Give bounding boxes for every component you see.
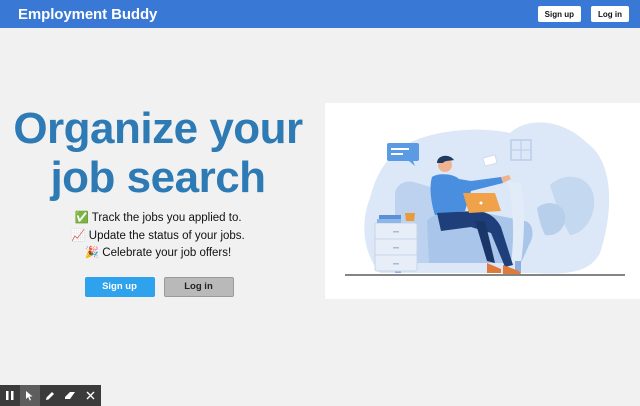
annotation-toolbar [0,385,101,406]
brand-title[interactable]: Employment Buddy [18,6,157,23]
cta-buttons: Sign up Log in [0,276,316,297]
pause-icon[interactable] [0,385,20,406]
chat-bubble-icon [387,143,419,161]
hero-headline: Organize your job search [0,104,316,202]
headline-line-2: job search [50,153,266,202]
navbar: Employment Buddy Sign up Log in [0,0,640,28]
hero-login-button[interactable]: Log in [163,276,234,297]
pencil-icon[interactable] [40,385,60,406]
nav-login-button[interactable]: Log in [591,6,629,22]
feature-update: 📈 Update the status of your jobs. [71,229,245,242]
feature-track: ✅ Track the jobs you applied to. [74,212,242,224]
hero-illustration [325,103,640,299]
hero-signup-button[interactable]: Sign up [84,276,155,297]
illustration-svg [345,122,625,276]
nav-actions: Sign up Log in [537,6,629,22]
feature-celebrate: 🎉 Celebrate your job offers! [84,247,232,259]
close-icon[interactable] [80,385,100,406]
coffee-cup-icon [405,213,415,221]
feature-list: ✅ Track the jobs you applied to. 📈 Updat… [0,210,316,263]
headline-line-1: Organize your [13,104,303,153]
eraser-icon[interactable] [60,385,80,406]
hero-section: Organize your job search ✅ Track the job… [0,104,316,297]
pointer-icon[interactable] [20,385,40,406]
nav-signup-button[interactable]: Sign up [537,6,581,22]
